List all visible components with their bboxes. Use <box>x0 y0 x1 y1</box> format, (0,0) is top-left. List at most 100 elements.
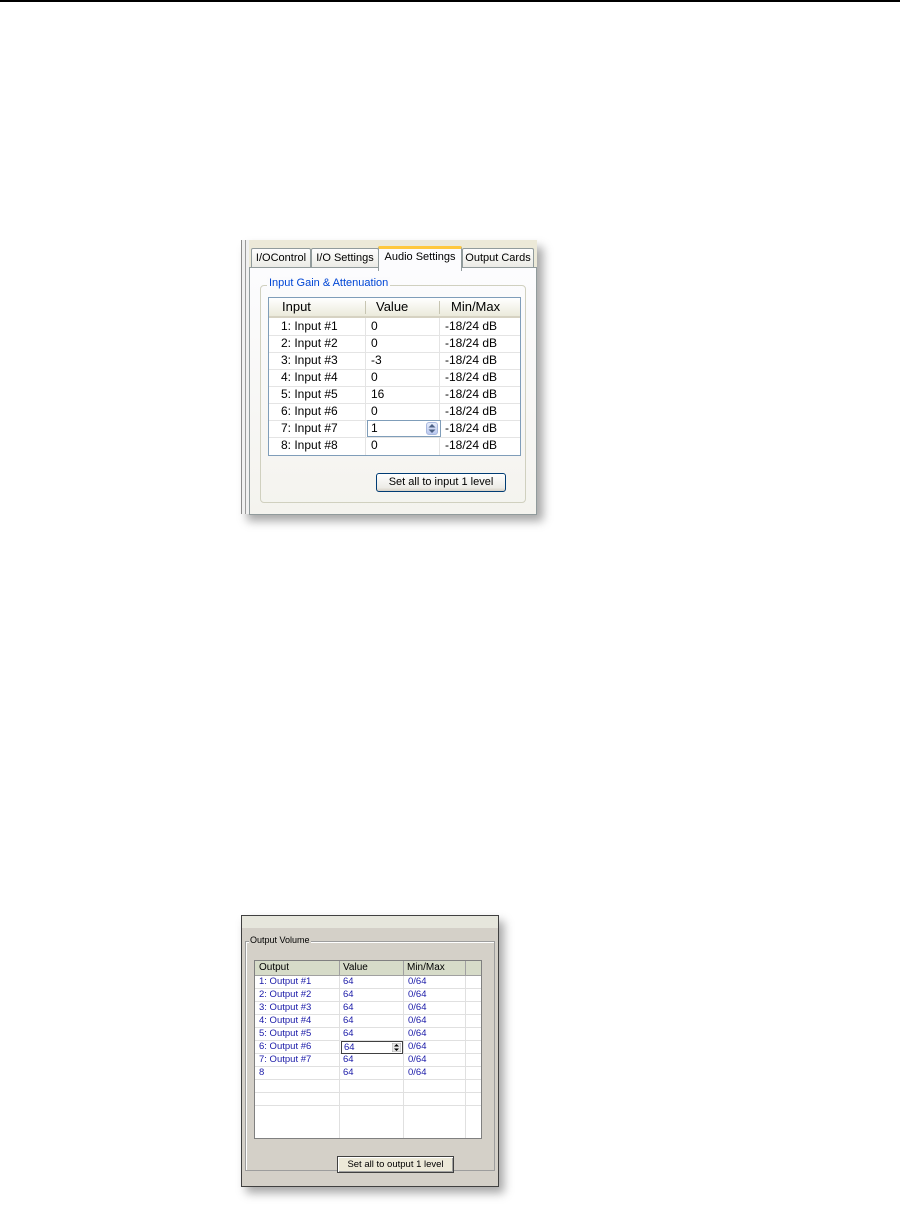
column-separator[interactable] <box>439 301 440 314</box>
up-down-arrows-icon[interactable] <box>392 1043 401 1052</box>
table-row[interactable]: 6: Output #6 64 0/64 <box>255 1041 481 1054</box>
output-name-cell: 4: Output #4 <box>259 1015 312 1026</box>
audio-settings-content: I/OControl I/O Settings Audio Settings O… <box>249 240 537 515</box>
input-minmax-cell: -18/24 dB <box>445 404 498 418</box>
input-name-cell: 5: Input #5 <box>281 387 338 401</box>
output-name-cell: 3: Output #3 <box>259 1002 312 1013</box>
input-name-cell: 8: Input #8 <box>281 438 338 452</box>
input-value-cell[interactable]: 0 <box>371 369 378 386</box>
output-value-cell[interactable]: 64 <box>343 1015 354 1027</box>
table-row[interactable]: 6: Input #6 0 -18/24 dB <box>269 403 520 421</box>
value-spinner-input[interactable]: 1 <box>367 420 441 437</box>
output-minmax-cell: 0/64 <box>408 1041 427 1052</box>
column-header-output[interactable]: Output <box>259 961 289 975</box>
audio-settings-panel: I/OControl I/O Settings Audio Settings O… <box>241 240 537 515</box>
column-header-input[interactable]: Input <box>282 298 311 316</box>
column-separator[interactable] <box>365 301 366 314</box>
input-name-cell: 6: Input #6 <box>281 404 338 418</box>
table-row[interactable]: 4: Input #4 0 -18/24 dB <box>269 369 520 387</box>
table-row[interactable]: 1: Output #1 64 0/64 <box>255 976 481 989</box>
output-name-cell: 7: Output #7 <box>259 1054 312 1065</box>
output-minmax-cell: 0/64 <box>408 976 427 987</box>
column-separator[interactable] <box>403 961 404 975</box>
tab-audio-settings[interactable]: Audio Settings <box>378 246 462 271</box>
output-minmax-cell: 0/64 <box>408 1054 427 1065</box>
panel-top-bar <box>242 916 498 928</box>
column-separator[interactable] <box>339 961 340 975</box>
output-minmax-cell: 0/64 <box>408 1002 427 1013</box>
tab-output-cards[interactable]: Output Cards <box>462 248 534 267</box>
output-minmax-cell: 0/64 <box>408 1028 427 1039</box>
up-down-arrows-icon <box>428 424 436 433</box>
value-spinner-text[interactable]: 64 <box>344 1042 355 1053</box>
tab-io-settings[interactable]: I/O Settings <box>311 248 379 267</box>
input-name-cell: 2: Input #2 <box>281 336 338 350</box>
output-volume-group: Output Volume Output Value Min/Max 1: Ou… <box>245 935 495 1173</box>
table-row[interactable]: 8: Input #8 0 -18/24 dB <box>269 437 520 454</box>
output-name-cell: 2: Output #2 <box>259 989 312 1000</box>
input-gain-group: Input Gain & Attenuation Input Value Min… <box>260 277 526 503</box>
column-header-value[interactable]: Value <box>376 298 408 316</box>
table-row[interactable]: 2: Input #2 0 -18/24 dB <box>269 335 520 353</box>
value-spinner-output[interactable]: 64 <box>341 1041 403 1054</box>
table-row[interactable]: 5: Input #5 16 -18/24 dB <box>269 386 520 404</box>
table-row[interactable]: 3: Output #3 64 0/64 <box>255 1002 481 1015</box>
input-name-cell: 3: Input #3 <box>281 353 338 367</box>
window-left-border <box>241 240 249 514</box>
input-name-cell: 1: Input #1 <box>281 319 338 333</box>
input-minmax-cell: -18/24 dB <box>445 319 498 333</box>
input-value-cell[interactable]: 0 <box>371 403 378 420</box>
column-header-minmax[interactable]: Min/Max <box>451 298 500 316</box>
audio-settings-tab-body: Input Gain & Attenuation Input Value Min… <box>249 267 537 515</box>
tab-strip: I/OControl I/O Settings Audio Settings O… <box>249 246 537 271</box>
input-gain-table: Input Value Min/Max 1: Input #1 0 -18/24… <box>268 297 521 456</box>
output-value-cell[interactable]: 64 <box>343 989 354 1001</box>
input-minmax-cell: -18/24 dB <box>445 421 498 435</box>
output-name-cell: 1: Output #1 <box>259 976 312 987</box>
page-top-rule <box>0 0 900 2</box>
input-value-cell[interactable]: 0 <box>371 335 378 352</box>
column-header-minmax[interactable]: Min/Max <box>407 961 445 975</box>
table-row[interactable]: 7: Output #7 64 0/64 <box>255 1054 481 1067</box>
set-all-to-input-1-button[interactable]: Set all to input 1 level <box>376 473 506 492</box>
table-row[interactable]: 4: Output #4 64 0/64 <box>255 1015 481 1028</box>
input-gain-group-title: Input Gain & Attenuation <box>267 277 391 289</box>
table-row[interactable]: 2: Output #2 64 0/64 <box>255 989 481 1002</box>
spinner-up-down-buttons[interactable] <box>426 422 438 435</box>
output-name-cell: 8 <box>259 1067 265 1078</box>
input-minmax-cell: -18/24 dB <box>445 438 498 452</box>
set-all-to-output-1-button[interactable]: Set all to output 1 level <box>337 1156 454 1173</box>
tab-io-control[interactable]: I/OControl <box>251 248 311 267</box>
column-header-value[interactable]: Value <box>343 961 368 975</box>
empty-table-row <box>255 1080 481 1093</box>
output-volume-group-title: Output Volume <box>249 935 311 945</box>
output-name-cell: 5: Output #5 <box>259 1028 312 1039</box>
output-minmax-cell: 0/64 <box>408 989 427 1000</box>
table-row[interactable]: 3: Input #3 -3 -18/24 dB <box>269 352 520 370</box>
output-value-cell[interactable]: 64 <box>343 1002 354 1014</box>
table-header: Input Value Min/Max <box>269 298 520 318</box>
output-minmax-cell: 0/64 <box>408 1015 427 1026</box>
input-value-cell[interactable]: 0 <box>371 318 378 335</box>
output-value-cell[interactable]: 64 <box>343 976 354 988</box>
input-name-cell: 7: Input #7 <box>281 421 338 435</box>
input-minmax-cell: -18/24 dB <box>445 353 498 367</box>
empty-table-row <box>255 1093 481 1106</box>
output-value-cell[interactable]: 64 <box>343 1054 354 1066</box>
column-separator[interactable] <box>465 961 466 975</box>
output-value-cell[interactable]: 64 <box>343 1028 354 1040</box>
input-value-cell[interactable]: 0 <box>371 437 378 454</box>
input-value-cell[interactable]: -3 <box>371 352 382 369</box>
table-row[interactable]: 8 64 0/64 <box>255 1067 481 1080</box>
table-header: Output Value Min/Max <box>255 961 481 976</box>
value-spinner-text[interactable]: 1 <box>371 421 378 436</box>
table-row[interactable]: 1: Input #1 0 -18/24 dB <box>269 318 520 336</box>
input-minmax-cell: -18/24 dB <box>445 336 498 350</box>
output-volume-panel: Output Volume Output Value Min/Max 1: Ou… <box>241 915 499 1187</box>
output-name-cell: 6: Output #6 <box>259 1041 312 1052</box>
table-row[interactable]: 7: Input #7 1 -18/24 dB <box>269 420 520 438</box>
table-row[interactable]: 5: Output #5 64 0/64 <box>255 1028 481 1041</box>
input-value-cell[interactable]: 16 <box>371 386 384 403</box>
output-value-cell[interactable]: 64 <box>343 1067 354 1079</box>
input-minmax-cell: -18/24 dB <box>445 370 498 384</box>
